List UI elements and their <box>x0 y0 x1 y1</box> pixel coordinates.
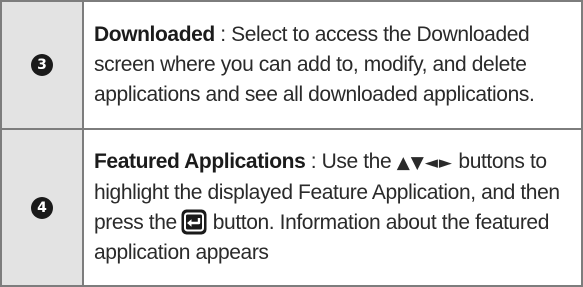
enter-button-icon <box>181 209 207 235</box>
arrow-keys-icon: ▲▼◄► <box>396 153 453 173</box>
row-title: Downloaded <box>94 23 215 46</box>
row-title: Featured Applications <box>94 150 306 173</box>
row-description: Downloaded : Select to access the Downlo… <box>94 20 575 110</box>
title-separator: : <box>214 23 232 46</box>
number-badge: 3 <box>31 54 53 76</box>
row-description-cell: Downloaded : Select to access the Downlo… <box>82 0 583 130</box>
feature-table: 3 Downloaded : Select to access the Down… <box>0 0 583 287</box>
row-number-cell: 4 <box>0 128 84 287</box>
row-text-before: Use the <box>321 150 397 173</box>
table-row: 4 Featured Applications : Use the ▲▼◄► b… <box>0 128 583 287</box>
title-separator: : <box>305 150 322 173</box>
row-description: Featured Applications : Use the ▲▼◄► but… <box>94 147 575 268</box>
table-row: 3 Downloaded : Select to access the Down… <box>0 0 583 130</box>
row-description-cell: Featured Applications : Use the ▲▼◄► but… <box>82 128 583 287</box>
number-badge: 4 <box>31 196 53 219</box>
row-number-cell: 3 <box>0 0 84 130</box>
